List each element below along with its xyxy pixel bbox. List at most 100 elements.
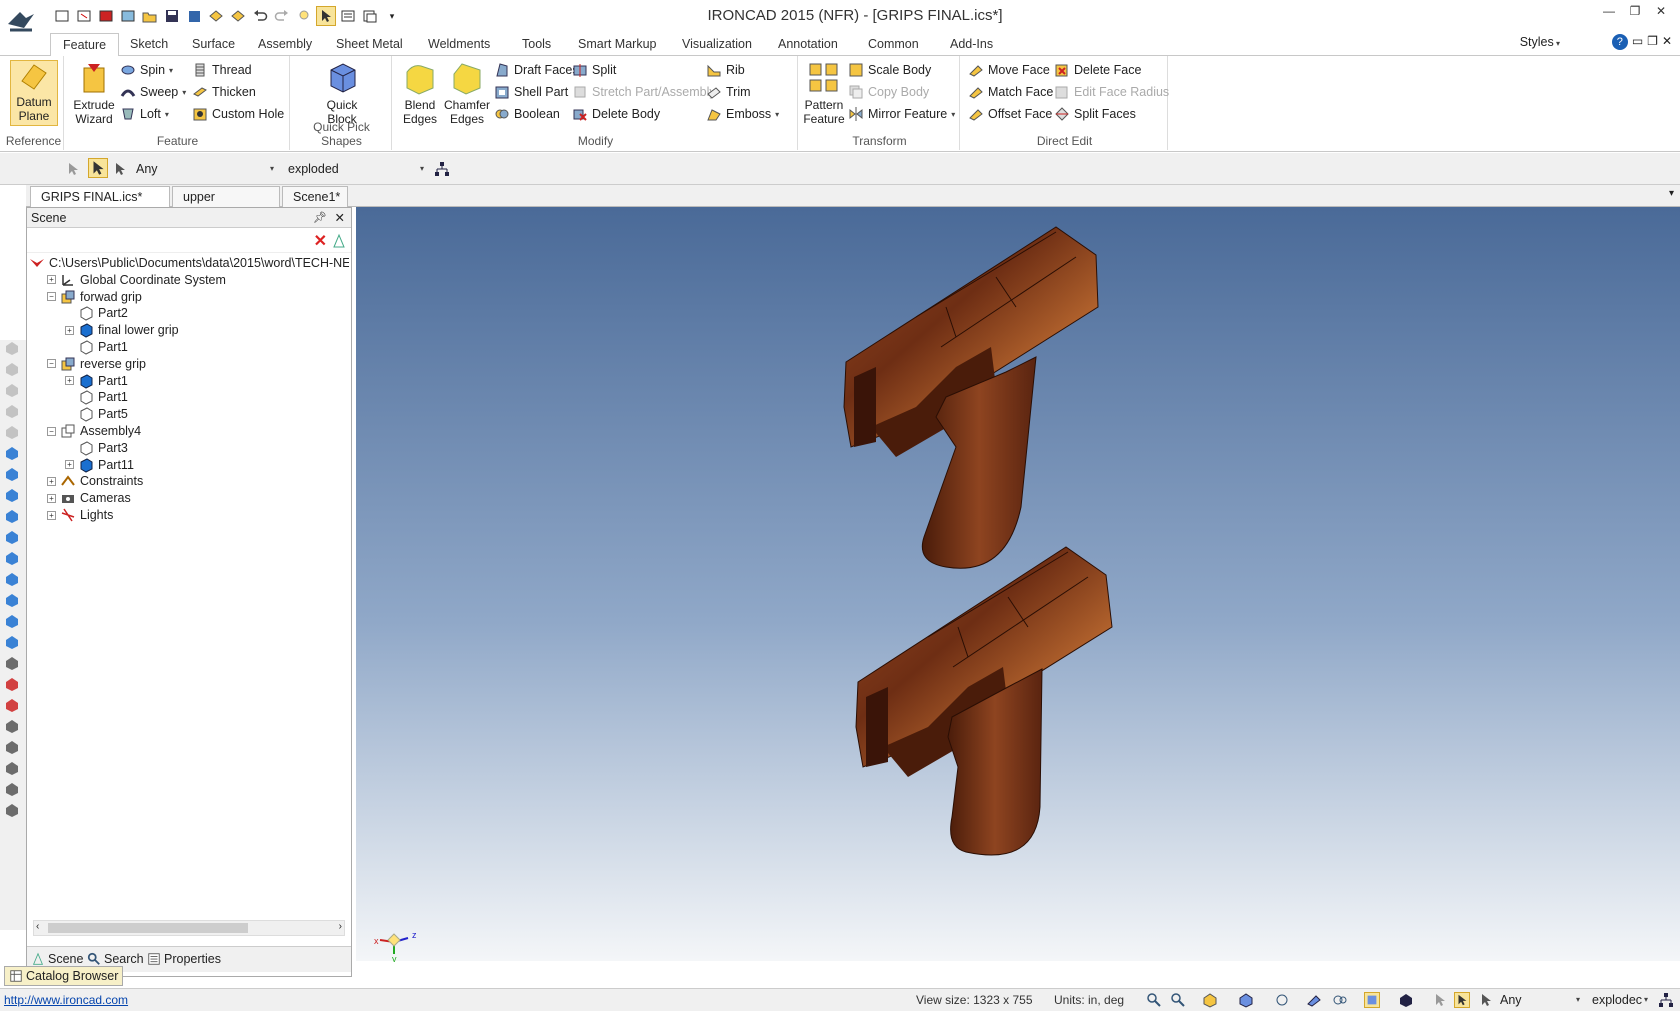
tree-node[interactable]: + Part11 bbox=[65, 456, 134, 474]
doc-tab[interactable]: upper cover.ics* bbox=[172, 186, 280, 224]
left-tool-icon[interactable] bbox=[4, 424, 22, 440]
left-tool-icon[interactable] bbox=[4, 466, 22, 482]
ribbon-tab-sheet-metal[interactable]: Sheet Metal bbox=[324, 33, 415, 57]
rib-button[interactable]: Rib bbox=[706, 60, 745, 80]
status-filter-combo[interactable]: Any ▾ bbox=[1496, 990, 1584, 1010]
doc-tab[interactable]: GRIPS FINAL.ics* ✕ bbox=[30, 186, 170, 224]
offset-face-button[interactable]: Offset Face bbox=[968, 104, 1052, 124]
ribbon-tab-annotation[interactable]: Annotation bbox=[766, 33, 850, 57]
mirror-feature-button[interactable]: Mirror Feature ▾ bbox=[848, 104, 955, 124]
custom-hole-button[interactable]: Custom Hole bbox=[192, 104, 284, 124]
expand-icon[interactable]: + bbox=[47, 493, 56, 503]
left-tool-icon[interactable] bbox=[4, 340, 22, 356]
left-tool-icon[interactable] bbox=[4, 613, 22, 629]
zoom-icon[interactable] bbox=[1170, 992, 1186, 1008]
shell-part-button[interactable]: Shell Part bbox=[494, 82, 568, 102]
left-tool-icon[interactable] bbox=[4, 445, 22, 461]
camera-tools-icon[interactable] bbox=[1274, 992, 1290, 1008]
status-config-combo[interactable]: explodec ▾ bbox=[1588, 990, 1652, 1010]
expand-icon[interactable]: + bbox=[65, 460, 74, 470]
configuration-combo[interactable]: exploded ▾ bbox=[282, 158, 428, 180]
pattern-feature-button[interactable]: Pattern Feature bbox=[802, 60, 846, 126]
tree-node[interactable]: C:\Users\Public\Documents\data\2015\word… bbox=[29, 254, 349, 272]
thicken-button[interactable]: Thicken bbox=[192, 82, 256, 102]
ribbon-close-icon[interactable]: ✕ bbox=[1662, 34, 1672, 50]
left-tool-icon[interactable] bbox=[4, 781, 22, 797]
shading-mode-icon[interactable] bbox=[1364, 992, 1380, 1008]
stretch-part-assembly-button[interactable]: Stretch Part/Assembly bbox=[572, 82, 716, 102]
tree-node[interactable]: + Cameras bbox=[47, 489, 131, 507]
left-tool-icon[interactable] bbox=[4, 676, 22, 692]
left-tool-icon[interactable] bbox=[4, 592, 22, 608]
left-tool-icon[interactable] bbox=[4, 361, 22, 377]
ribbon-tab-visualization[interactable]: Visualization bbox=[670, 33, 764, 57]
left-tool-icon[interactable] bbox=[4, 739, 22, 755]
trim-button[interactable]: Trim bbox=[706, 82, 751, 102]
tree-node[interactable]: +Part1 bbox=[65, 388, 128, 406]
left-tool-icon[interactable] bbox=[4, 508, 22, 524]
ribbon-tab-feature[interactable]: Feature bbox=[50, 33, 120, 57]
collapse-icon[interactable]: − bbox=[47, 292, 56, 302]
left-tool-icon[interactable] bbox=[4, 550, 22, 566]
loft-button[interactable]: Loft ▾ bbox=[120, 104, 169, 124]
select-pointer-icon[interactable] bbox=[88, 158, 108, 178]
help-icon[interactable]: ? bbox=[1611, 34, 1628, 50]
status-hierarchy-icon[interactable] bbox=[1658, 992, 1674, 1008]
left-tool-icon[interactable] bbox=[4, 634, 22, 650]
left-tool-icon[interactable] bbox=[4, 529, 22, 545]
ribbon-tab-weldments[interactable]: Weldments bbox=[416, 33, 502, 57]
selection-filter-combo[interactable]: Any ▾ bbox=[130, 158, 278, 180]
view-orientation-icon[interactable] bbox=[1202, 992, 1218, 1008]
left-tool-icon[interactable] bbox=[4, 403, 22, 419]
tree-node[interactable]: +Part5 bbox=[65, 405, 128, 423]
move-face-button[interactable]: Move Face bbox=[968, 60, 1050, 80]
panel-close-icon[interactable]: ✕ bbox=[335, 208, 345, 228]
delete-body-button[interactable]: Delete Body bbox=[572, 104, 660, 124]
chamfer-edges-button[interactable]: Chamfer Edges bbox=[442, 60, 492, 126]
ribbon-tab-surface[interactable]: Surface bbox=[180, 33, 247, 57]
ribbon-tab-assembly[interactable]: Assembly bbox=[246, 33, 324, 57]
doc-tab[interactable]: Scene1* bbox=[282, 186, 348, 207]
tree-node[interactable]: +Part2 bbox=[65, 304, 128, 322]
view-layout-icon[interactable] bbox=[1398, 992, 1414, 1008]
left-tool-icon[interactable] bbox=[4, 487, 22, 503]
collapse-icon[interactable]: − bbox=[47, 359, 56, 369]
split-faces-button[interactable]: Split Faces bbox=[1054, 104, 1136, 124]
blend-edges-button[interactable]: Blend Edges bbox=[398, 60, 442, 126]
tree-node[interactable]: + Lights bbox=[47, 506, 113, 524]
expand-icon[interactable]: + bbox=[65, 376, 74, 386]
copy-body-button[interactable]: Copy Body bbox=[848, 82, 929, 102]
tree-node[interactable]: − Assembly4 bbox=[47, 422, 141, 440]
ribbon-tab-smart-markup[interactable]: Smart Markup bbox=[566, 33, 669, 57]
expand-icon[interactable]: + bbox=[47, 275, 56, 285]
ribbon-tab-common[interactable]: Common bbox=[856, 33, 931, 57]
boolean-button[interactable]: Boolean bbox=[494, 104, 560, 124]
quick-block-button[interactable]: Quick Block bbox=[318, 60, 366, 126]
select-mode-status-icon[interactable] bbox=[1478, 992, 1494, 1008]
website-link[interactable]: http://www.ironcad.com bbox=[4, 993, 128, 1007]
standard-views-icon[interactable] bbox=[1238, 992, 1254, 1008]
left-tool-icon[interactable] bbox=[4, 760, 22, 776]
scroll-left-icon[interactable]: ‹ bbox=[36, 921, 39, 932]
3d-viewport[interactable] bbox=[356, 207, 1680, 961]
tree-node[interactable]: + Constraints bbox=[47, 472, 143, 490]
expand-icon[interactable]: + bbox=[65, 325, 74, 335]
match-face-button[interactable]: Match Face bbox=[968, 82, 1053, 102]
tree-node[interactable]: − forwad grip bbox=[47, 288, 142, 306]
delete-face-button[interactable]: Delete Face bbox=[1054, 60, 1141, 80]
scale-body-button[interactable]: Scale Body bbox=[848, 60, 931, 80]
catalog-browser-button[interactable]: Catalog Browser bbox=[4, 966, 124, 986]
left-tool-icon[interactable] bbox=[4, 571, 22, 587]
pin-icon[interactable]: 📌︎ bbox=[313, 208, 327, 228]
draft-faces-button[interactable]: Draft Faces bbox=[494, 60, 579, 80]
left-tool-icon[interactable] bbox=[4, 697, 22, 713]
tab-properties[interactable]: Properties bbox=[147, 952, 221, 966]
tree-node[interactable]: + Global Coordinate System bbox=[47, 271, 226, 289]
ribbon-tab-tools[interactable]: Tools bbox=[510, 33, 563, 57]
collapse-icon[interactable]: − bbox=[47, 426, 56, 436]
tree-options-icon[interactable] bbox=[331, 233, 347, 252]
ribbon-restore-icon[interactable]: ❐ bbox=[1647, 34, 1658, 50]
tree-node[interactable]: − reverse grip bbox=[47, 355, 146, 373]
select-pointer-status-icon[interactable] bbox=[1454, 992, 1470, 1008]
restore-icon[interactable]: ❐ bbox=[1622, 0, 1648, 22]
